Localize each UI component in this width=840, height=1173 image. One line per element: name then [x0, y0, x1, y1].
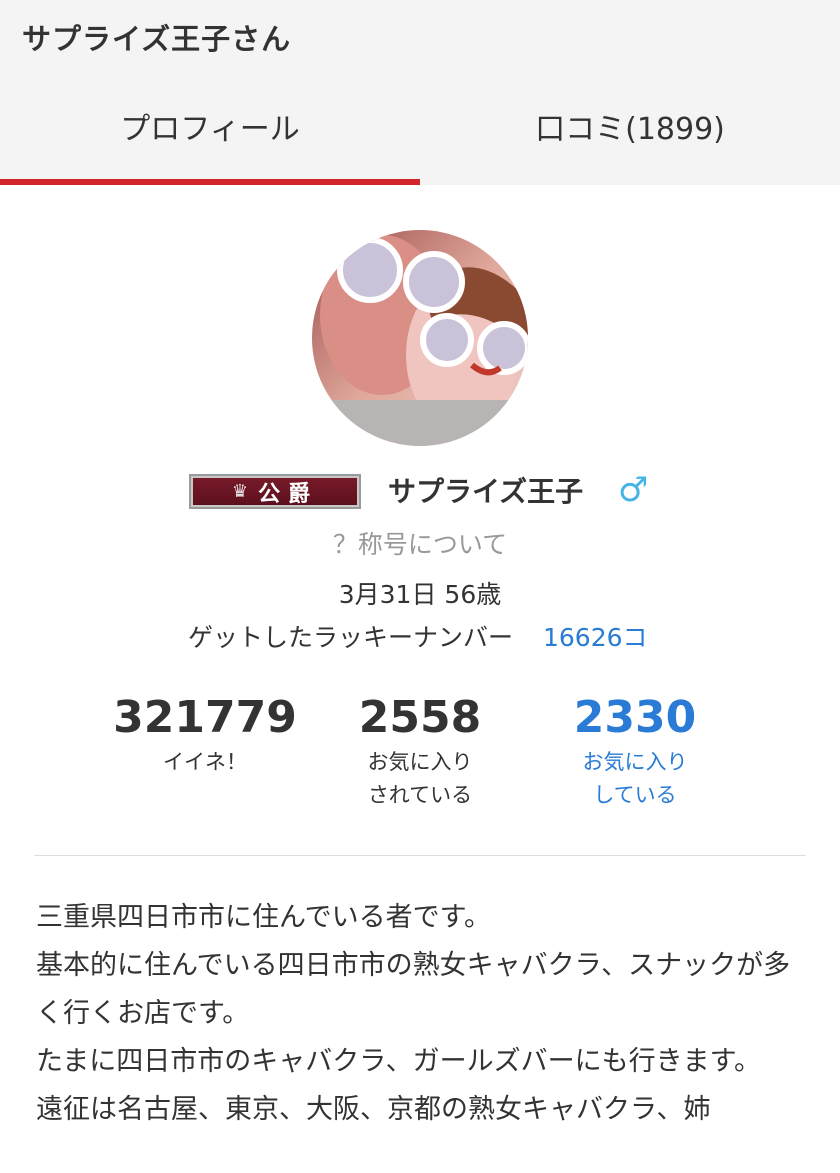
stat-likes-label: イイネ！ [163, 750, 247, 774]
stat-favorited-by-label-line1: お気に入り [367, 750, 473, 774]
male-icon: ♂ [618, 470, 649, 510]
tab-reviews-label: 口コミ(1899) [535, 112, 725, 147]
tab-profile-label: プロフィール [120, 112, 300, 147]
stat-favoriting-label-line1: お気に入り [582, 750, 688, 774]
title-help-link[interactable]: ？称号について [0, 525, 840, 561]
birthday-age: 3月31日 56歳 [338, 580, 502, 609]
crown-icon: ♛ [231, 481, 249, 502]
username: サプライズ王子 [388, 475, 584, 508]
bio-paragraph: 三重県四日市市に住んでいる者です。 [36, 902, 491, 933]
bio-paragraph: 基本的に住んでいる四日市市の熟女キャバクラ、スナックが多く行くお店です。 [36, 950, 791, 1029]
stat-favorited-by-value: 2558 [358, 692, 482, 743]
tab-profile[interactable]: プロフィール [0, 88, 420, 185]
lucky-number-link[interactable]: 16626コ [543, 618, 648, 654]
stat-favorited-by: 2558 お気に入り されている [310, 692, 530, 812]
rank-badge-label: 公爵 [258, 481, 319, 507]
stat-favoriting-label-line2: している [593, 783, 677, 807]
tab-reviews[interactable]: 口コミ(1899) [420, 88, 840, 185]
rank-badge: ♛ 公爵 [189, 474, 361, 509]
stat-favoriting-value[interactable]: 2330 [525, 692, 745, 744]
stat-favoriting[interactable]: 2330 お気に入り している [525, 692, 745, 812]
stat-favorited-by-label-line2: されている [367, 783, 473, 807]
lucky-number-label: ゲットしたラッキーナンバー [188, 623, 514, 652]
stat-favorited-by-label: お気に入り されている [310, 746, 530, 812]
stat-likes: 321779 イイネ！ [95, 692, 315, 779]
divider [34, 855, 806, 856]
bio-paragraph: 遠征は名古屋、東京、大阪、京都の熟女キャバクラ、姉 [36, 1094, 711, 1125]
header: サプライズ王子さん プロフィール 口コミ(1899) [0, 0, 840, 185]
bio-paragraph: たまに四日市市のキャバクラ、ガールズバーにも行きます。 [36, 1046, 761, 1077]
avatar[interactable] [312, 230, 528, 446]
active-tab-indicator [0, 179, 420, 185]
stat-favoriting-label[interactable]: お気に入り している [525, 746, 745, 812]
stat-likes-value: 321779 [113, 692, 297, 743]
profile-photo [312, 230, 528, 446]
page-title: サプライズ王子さん [22, 22, 292, 56]
profile-bio: 三重県四日市市に住んでいる者です。 基本的に住んでいる四日市市の熟女キャバクラ、… [36, 894, 796, 1134]
